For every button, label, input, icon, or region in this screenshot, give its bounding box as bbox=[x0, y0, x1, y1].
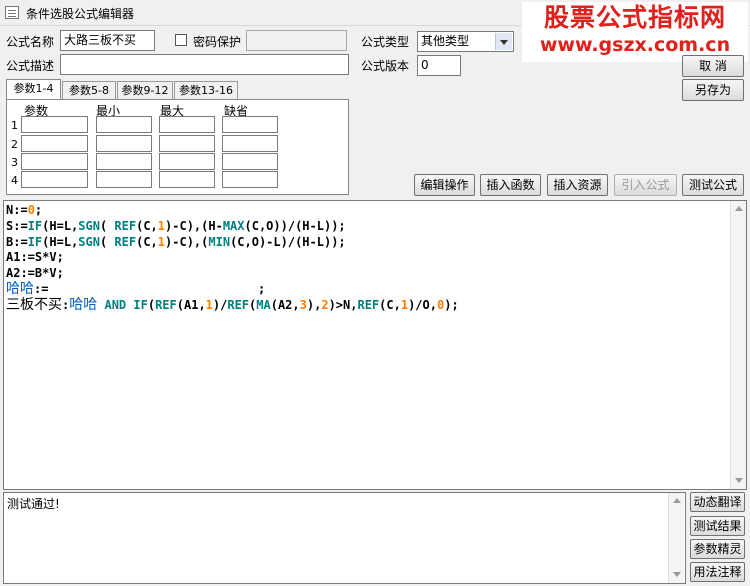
scroll-up-icon[interactable] bbox=[731, 201, 747, 217]
code-line: A2:=B*V; bbox=[6, 266, 64, 281]
import-formula-button[interactable]: 引入公式 bbox=[614, 174, 677, 196]
param-2-default-field[interactable] bbox=[222, 135, 278, 152]
cancel-button[interactable]: 取 消 bbox=[682, 55, 744, 77]
param-4-min-field[interactable] bbox=[96, 171, 152, 188]
code-line: S:=IF(H=L,SGN( REF(C,1)-C),(H-MAX(C,O))/… bbox=[6, 218, 346, 233]
output-text: 测试通过! bbox=[7, 497, 60, 511]
watermark-line1: 股票公式指标网 bbox=[543, 3, 726, 32]
param-3-name-field[interactable] bbox=[21, 153, 88, 170]
scroll-down-icon[interactable] bbox=[669, 567, 685, 583]
code-line: 三板不买:哈哈 AND IF(REF(A1,1)/REF(MA(A2,3),2)… bbox=[6, 296, 459, 313]
param-1-min-field[interactable] bbox=[96, 116, 152, 133]
formula-desc-input[interactable] bbox=[60, 54, 349, 75]
test-formula-button[interactable]: 测试公式 bbox=[682, 174, 744, 196]
tab-params-1-4[interactable]: 参数1-4 bbox=[6, 79, 61, 100]
param-3-max-field[interactable] bbox=[159, 153, 215, 170]
usage-notes-button[interactable]: 用法注释 bbox=[690, 562, 745, 582]
formula-desc-label: 公式描述 bbox=[6, 59, 55, 73]
code-line: A1:=S*V; bbox=[6, 250, 64, 265]
param-4-max-field[interactable] bbox=[159, 171, 215, 188]
output-scrollbar[interactable] bbox=[668, 493, 684, 583]
test-result-button[interactable]: 测试结果 bbox=[690, 516, 745, 536]
param-1-name-field[interactable] bbox=[21, 116, 88, 133]
formula-type-select[interactable]: 其他类型 bbox=[417, 31, 514, 52]
param-row-number: 4 bbox=[11, 174, 18, 187]
insert-function-button[interactable]: 插入函数 bbox=[480, 174, 541, 196]
save-as-button[interactable]: 另存为 bbox=[682, 79, 744, 101]
insert-resource-button[interactable]: 插入资源 bbox=[547, 174, 608, 196]
app-icon bbox=[5, 6, 19, 19]
param-4-name-field[interactable] bbox=[21, 171, 88, 188]
param-1-default-field[interactable] bbox=[222, 116, 278, 133]
code-text: N:=0; S:=IF(H=L,SGN( REF(C,1)-C),(H-MAX(C… bbox=[6, 203, 459, 314]
password-checkbox[interactable] bbox=[175, 34, 187, 46]
formula-type-value: 其他类型 bbox=[421, 34, 470, 48]
tab-params-9-12[interactable]: 参数9-12 bbox=[117, 81, 173, 100]
edit-operations-button[interactable]: 编辑操作 bbox=[414, 174, 475, 196]
watermark-line2: www.gszx.com.cn bbox=[539, 34, 731, 56]
chevron-down-icon bbox=[495, 33, 512, 50]
editor-scrollbar[interactable] bbox=[730, 201, 746, 489]
output-panel[interactable]: 测试通过! bbox=[3, 492, 686, 584]
password-label: 密码保护 bbox=[193, 35, 242, 49]
param-3-min-field[interactable] bbox=[96, 153, 152, 170]
param-2-max-field[interactable] bbox=[159, 135, 215, 152]
code-line: 哈哈:= ; bbox=[6, 280, 266, 297]
param-row-number: 1 bbox=[11, 119, 18, 132]
param-3-default-field[interactable] bbox=[222, 153, 278, 170]
formula-type-label: 公式类型 bbox=[361, 35, 410, 49]
password-input[interactable] bbox=[246, 30, 347, 51]
param-4-default-field[interactable] bbox=[222, 171, 278, 188]
param-row-number: 3 bbox=[11, 156, 18, 169]
param-2-name-field[interactable] bbox=[21, 135, 88, 152]
formula-version-label: 公式版本 bbox=[361, 59, 410, 73]
param-2-min-field[interactable] bbox=[96, 135, 152, 152]
scroll-down-icon[interactable] bbox=[731, 473, 747, 489]
tab-params-5-8[interactable]: 参数5-8 bbox=[62, 81, 116, 100]
code-line: B:=IF(H=L,SGN( REF(C,1)-C),(MIN(C,O)-L)/… bbox=[6, 234, 346, 249]
formula-version-input[interactable]: 0 bbox=[417, 55, 461, 76]
tab-params-13-16[interactable]: 参数13-16 bbox=[174, 81, 238, 100]
param-wizard-button[interactable]: 参数精灵 bbox=[690, 539, 745, 559]
scroll-up-icon[interactable] bbox=[669, 493, 685, 509]
window-title: 条件选股公式编辑器 bbox=[26, 7, 135, 21]
param-row-number: 2 bbox=[11, 138, 18, 151]
formula-name-label: 公式名称 bbox=[6, 35, 55, 49]
formula-name-input[interactable]: 大路三板不买 bbox=[60, 30, 155, 51]
param-1-max-field[interactable] bbox=[159, 116, 215, 133]
watermark-logo: 股票公式指标网 www.gszx.com.cn bbox=[522, 2, 748, 62]
dynamic-translate-button[interactable]: 动态翻译 bbox=[690, 492, 745, 512]
code-line: N:=0; bbox=[6, 203, 43, 217]
